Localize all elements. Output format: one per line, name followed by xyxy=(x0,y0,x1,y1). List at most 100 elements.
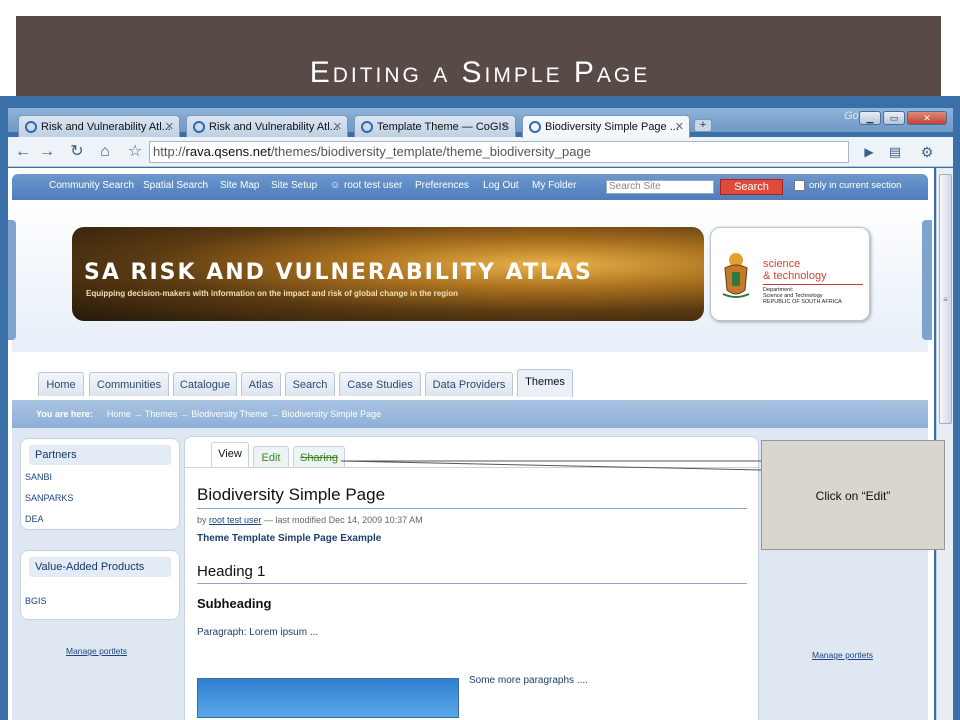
log-out-link[interactable]: Log Out xyxy=(483,180,519,191)
coat-of-arms-icon xyxy=(722,253,750,298)
globe-icon xyxy=(529,121,541,133)
nav-tab-case-studies[interactable]: Case Studies xyxy=(339,372,421,396)
url-host: rava.qsens.net xyxy=(185,144,271,159)
browser-tab-active[interactable]: Biodiversity Simple Page ... ✕ xyxy=(522,115,690,138)
sharing-tab[interactable]: Sharing xyxy=(293,446,345,468)
address-bar[interactable]: http://rava.qsens.net/themes/biodiversit… xyxy=(149,141,849,163)
maximize-button[interactable]: ▭ xyxy=(883,111,905,125)
author-link[interactable]: root test user xyxy=(209,515,262,525)
home-icon[interactable]: ⌂ xyxy=(94,141,116,163)
products-portlet: Value-Added Products BGIS xyxy=(20,550,180,620)
nav-tab-themes[interactable]: Themes xyxy=(517,369,573,397)
banner-edge-right xyxy=(922,220,932,340)
document-description: Theme Template Simple Page Example xyxy=(197,533,382,544)
products-title: Value-Added Products xyxy=(29,557,171,577)
url-path: /themes/biodiversity_template/theme_biod… xyxy=(270,144,591,159)
globe-icon xyxy=(361,120,373,133)
back-icon[interactable]: ← xyxy=(12,141,34,163)
document-byline: by root test user — last modified Dec 14… xyxy=(197,515,423,525)
dst-logo-text: science & technology xyxy=(763,258,827,282)
wrench-menu-icon[interactable]: ⚙ xyxy=(916,141,938,163)
paragraph-1: Paragraph: Lorem ipsum ... xyxy=(197,627,319,638)
nav-tab-data-providers[interactable]: Data Providers xyxy=(425,372,513,396)
breadcrumb: You are here: Home → Themes → Biodiversit… xyxy=(12,400,928,428)
partner-link-sanbi[interactable]: SANBI xyxy=(21,467,179,488)
slide: Editing a Simple Page Google ▁ ▭ ✕ Risk … xyxy=(0,0,960,720)
browser-tab-2[interactable]: Risk and Vulnerability Atl... ✕ xyxy=(186,115,348,137)
browser-tab-3[interactable]: Template Theme — CoGIS ✕ xyxy=(354,115,516,137)
minimize-button[interactable]: ▁ xyxy=(859,111,881,125)
callout-text: Click on “Edit” xyxy=(815,489,891,503)
site-top-bar: Community Search Spatial Search Site Map… xyxy=(12,174,928,200)
byline-date: — last modified Dec 14, 2009 10:37 AM xyxy=(261,515,423,525)
search-input[interactable]: Search Site xyxy=(606,180,714,194)
banner-title: SA Risk and Vulnerability Atlas xyxy=(84,260,593,285)
site-map-link[interactable]: Site Map xyxy=(220,180,259,191)
partner-link-sanparks[interactable]: SANPARKS xyxy=(21,488,179,509)
preferences-link[interactable]: Preferences xyxy=(415,180,469,191)
byline-prefix: by xyxy=(197,515,210,525)
my-folder-link[interactable]: My Folder xyxy=(532,180,576,191)
scroll-thumb[interactable]: ≡ xyxy=(939,174,952,424)
edit-tab[interactable]: Edit xyxy=(253,446,289,468)
dst-divider xyxy=(763,284,863,285)
search-button[interactable]: Search xyxy=(720,179,783,195)
current-section-label: only in current section xyxy=(809,180,902,191)
reload-icon[interactable]: ↻ xyxy=(66,141,88,163)
close-tab-icon[interactable]: ✕ xyxy=(333,120,342,133)
partner-link-dea[interactable]: DEA xyxy=(21,509,179,530)
globe-icon xyxy=(25,120,37,133)
manage-portlets-left[interactable]: Manage portlets xyxy=(66,646,127,656)
title-rule xyxy=(197,508,747,509)
heading-rule xyxy=(197,583,747,584)
partners-title: Partners xyxy=(29,445,171,465)
view-tab[interactable]: View xyxy=(211,442,249,468)
browser-tab-label: Risk and Vulnerability Atl... xyxy=(41,120,171,133)
community-search-link[interactable]: Community Search xyxy=(49,180,134,191)
user-icon: ☺ xyxy=(330,180,341,191)
close-tab-icon[interactable]: ✕ xyxy=(165,120,174,133)
nav-tab-home[interactable]: Home xyxy=(38,372,84,396)
forward-icon[interactable]: → xyxy=(36,141,58,163)
window-controls: ▁ ▭ ✕ xyxy=(859,111,947,125)
close-window-button[interactable]: ✕ xyxy=(907,111,947,125)
content-area: View Edit Sharing Biodiversity Simple Pa… xyxy=(184,436,760,720)
paragraph-2: Some more paragraphs .... xyxy=(469,675,588,686)
go-icon[interactable]: ▶ xyxy=(858,141,880,163)
global-nav: Home Communities Catalogue Atlas Search … xyxy=(12,352,928,400)
product-link-bgis[interactable]: BGIS xyxy=(21,591,179,612)
banner-subtitle: Equipping decision-makers with informati… xyxy=(86,289,459,298)
close-tab-icon[interactable]: ✕ xyxy=(675,120,684,133)
current-section-checkbox[interactable] xyxy=(794,180,805,191)
new-tab-button[interactable]: + xyxy=(694,119,712,132)
globe-icon xyxy=(193,120,205,133)
breadcrumb-label: You are here: xyxy=(36,409,93,419)
nav-tab-communities[interactable]: Communities xyxy=(89,372,169,396)
nav-tab-search[interactable]: Search xyxy=(285,372,335,396)
partners-portlet: Partners SANBI SANPARKS DEA xyxy=(20,438,180,530)
dst-line-2: & technology xyxy=(763,270,827,282)
breadcrumb-path[interactable]: Home → Themes → Biodiversity Theme → Bio… xyxy=(107,409,381,419)
browser-toolbar: ← → ↻ ⌂ ☆ http://rava.qsens.net/themes/b… xyxy=(8,137,953,167)
nav-tab-catalogue[interactable]: Catalogue xyxy=(173,372,237,396)
slide-title: Editing a Simple Page xyxy=(309,56,651,89)
url-prefix: http:// xyxy=(153,144,186,159)
manage-portlets-right[interactable]: Manage portlets xyxy=(812,650,873,660)
close-tab-icon[interactable]: ✕ xyxy=(501,120,510,133)
nav-tab-atlas[interactable]: Atlas xyxy=(241,372,281,396)
browser-tab-1[interactable]: Risk and Vulnerability Atl... ✕ xyxy=(18,115,180,137)
banner-edge-left xyxy=(8,220,16,340)
user-link[interactable]: root test user xyxy=(344,180,402,191)
page-menu-icon[interactable]: ▤ xyxy=(884,141,906,163)
page-title: Biodiversity Simple Page xyxy=(197,485,386,504)
browser-tab-label: Template Theme — CoGIS xyxy=(377,120,509,133)
sky-image xyxy=(197,678,459,718)
tab-divider xyxy=(185,467,760,468)
dst-department: Department: Science and Technology REPUB… xyxy=(763,287,842,305)
spatial-search-link[interactable]: Spatial Search xyxy=(143,180,208,191)
site-banner[interactable]: SA Risk and Vulnerability Atlas Equippin… xyxy=(72,227,704,321)
bookmark-star-icon[interactable]: ☆ xyxy=(124,141,146,163)
browser-window: Google ▁ ▭ ✕ Risk and Vulnerability Atl.… xyxy=(0,96,960,720)
dst-logo[interactable]: science & technology Department: Science… xyxy=(710,227,870,321)
site-setup-link[interactable]: Site Setup xyxy=(271,180,317,191)
